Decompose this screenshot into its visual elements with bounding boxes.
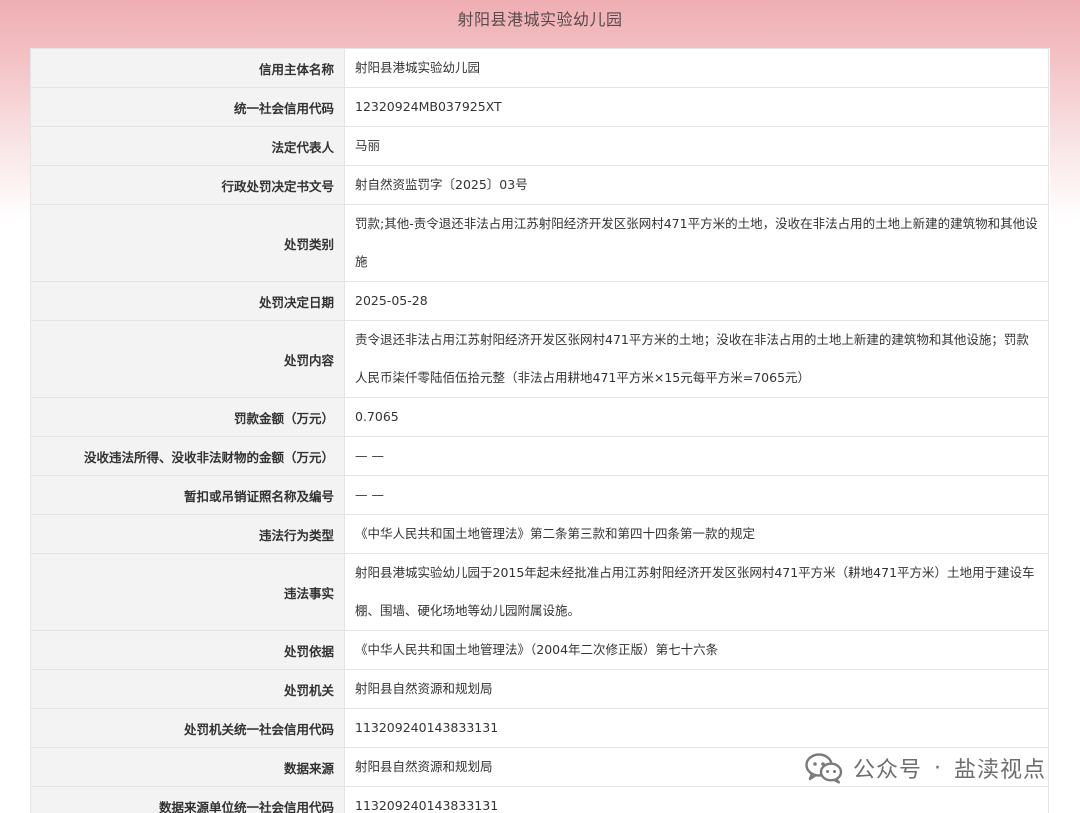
row-label-decision-doc-no: 行政处罚决定书文号	[30, 165, 345, 205]
table-row: 处罚类别 罚款;其他-责令退还非法占用江苏射阳经济开发区张网村471平方米的土地…	[30, 204, 1049, 282]
row-label-penalty-authority: 处罚机关	[30, 669, 345, 709]
watermark-prefix: 公众号	[852, 758, 922, 783]
row-value-entity-name: 射阳县港城实验幼儿园	[344, 48, 1049, 88]
row-value-source-credit-code: 113209240143833131	[344, 786, 1049, 813]
row-label-violation-type: 违法行为类型	[30, 514, 345, 554]
table-row: 没收违法所得、没收非法财物的金额（万元） — —	[30, 436, 1049, 476]
row-value-penalty-basis: 《中华人民共和国土地管理法》（2004年二次修正版）第七十六条	[344, 630, 1049, 670]
row-label-authority-credit-code: 处罚机关统一社会信用代码	[30, 708, 345, 748]
row-label-penalty-basis: 处罚依据	[30, 630, 345, 670]
table-row: 法定代表人 马丽	[30, 126, 1049, 166]
table-row: 处罚依据 《中华人民共和国土地管理法》（2004年二次修正版）第七十六条	[30, 630, 1049, 670]
row-value-license-suspension: — —	[344, 475, 1049, 515]
table-row: 处罚内容 责令退还非法占用江苏射阳经济开发区张网村471平方米的土地；没收在非法…	[30, 320, 1049, 398]
table-row: 罚款金额（万元） 0.7065	[30, 397, 1049, 437]
row-label-source-credit-code: 数据来源单位统一社会信用代码	[30, 786, 345, 813]
row-value-penalty-category: 罚款;其他-责令退还非法占用江苏射阳经济开发区张网村471平方米的土地，没收在非…	[344, 204, 1049, 282]
watermark-separator: ·	[933, 755, 942, 781]
row-label-credit-code: 统一社会信用代码	[30, 87, 345, 127]
row-label-fine-amount: 罚款金额（万元）	[30, 397, 345, 437]
row-value-confiscation-amount: — —	[344, 436, 1049, 476]
table-row: 数据来源单位统一社会信用代码 113209240143833131	[30, 786, 1049, 813]
row-label-penalty-content: 处罚内容	[30, 320, 345, 398]
row-value-penalty-authority: 射阳县自然资源和规划局	[344, 669, 1049, 709]
table-row: 暂扣或吊销证照名称及编号 — —	[30, 475, 1049, 515]
row-value-decision-date: 2025-05-28	[344, 281, 1049, 321]
page-title: 射阳县港城实验幼儿园	[457, 10, 623, 29]
table-row: 行政处罚决定书文号 射自然资监罚字〔2025〕03号	[30, 165, 1049, 205]
table-row: 统一社会信用代码 12320924MB037925XT	[30, 87, 1049, 127]
wechat-logo-icon	[805, 753, 843, 784]
row-value-credit-code: 12320924MB037925XT	[344, 87, 1049, 127]
watermark-account-name: 盐渎视点	[953, 758, 1046, 783]
row-value-fine-amount: 0.7065	[344, 397, 1049, 437]
row-value-legal-rep: 马丽	[344, 126, 1049, 166]
row-value-authority-credit-code: 113209240143833131	[344, 708, 1049, 748]
row-value-decision-doc-no: 射自然资监罚字〔2025〕03号	[344, 165, 1049, 205]
table-row: 处罚机关统一社会信用代码 113209240143833131	[30, 708, 1049, 748]
row-value-violation-facts: 射阳县港城实验幼儿园于2015年起未经批准占用江苏射阳经济开发区张网村471平方…	[344, 553, 1049, 631]
row-label-entity-name: 信用主体名称	[30, 48, 345, 88]
row-value-violation-type: 《中华人民共和国土地管理法》第二条第三款和第四十四条第一款的规定	[344, 514, 1049, 554]
row-label-confiscation-amount: 没收违法所得、没收非法财物的金额（万元）	[30, 436, 345, 476]
table-row: 违法事实 射阳县港城实验幼儿园于2015年起未经批准占用江苏射阳经济开发区张网村…	[30, 553, 1049, 631]
row-value-penalty-content: 责令退还非法占用江苏射阳经济开发区张网村471平方米的土地；没收在非法占用的土地…	[344, 320, 1049, 398]
row-label-violation-facts: 违法事实	[30, 553, 345, 631]
row-label-penalty-category: 处罚类别	[30, 204, 345, 282]
row-label-license-suspension: 暂扣或吊销证照名称及编号	[30, 475, 345, 515]
account-watermark: 公众号 · 盐渎视点	[805, 751, 1046, 785]
table-row: 信用主体名称 射阳县港城实验幼儿园	[30, 48, 1049, 88]
table-row: 违法行为类型 《中华人民共和国土地管理法》第二条第三款和第四十四条第一款的规定	[30, 514, 1049, 554]
row-label-data-source: 数据来源	[30, 747, 345, 787]
table-row: 处罚决定日期 2025-05-28	[30, 281, 1049, 321]
table-row: 处罚机关 射阳县自然资源和规划局	[30, 669, 1049, 709]
credit-info-table: 信用主体名称 射阳县港城实验幼儿园 统一社会信用代码 12320924MB037…	[30, 48, 1049, 813]
info-table-container: 信用主体名称 射阳县港城实验幼儿园 统一社会信用代码 12320924MB037…	[30, 48, 1050, 813]
row-label-legal-rep: 法定代表人	[30, 126, 345, 166]
row-label-decision-date: 处罚决定日期	[30, 281, 345, 321]
